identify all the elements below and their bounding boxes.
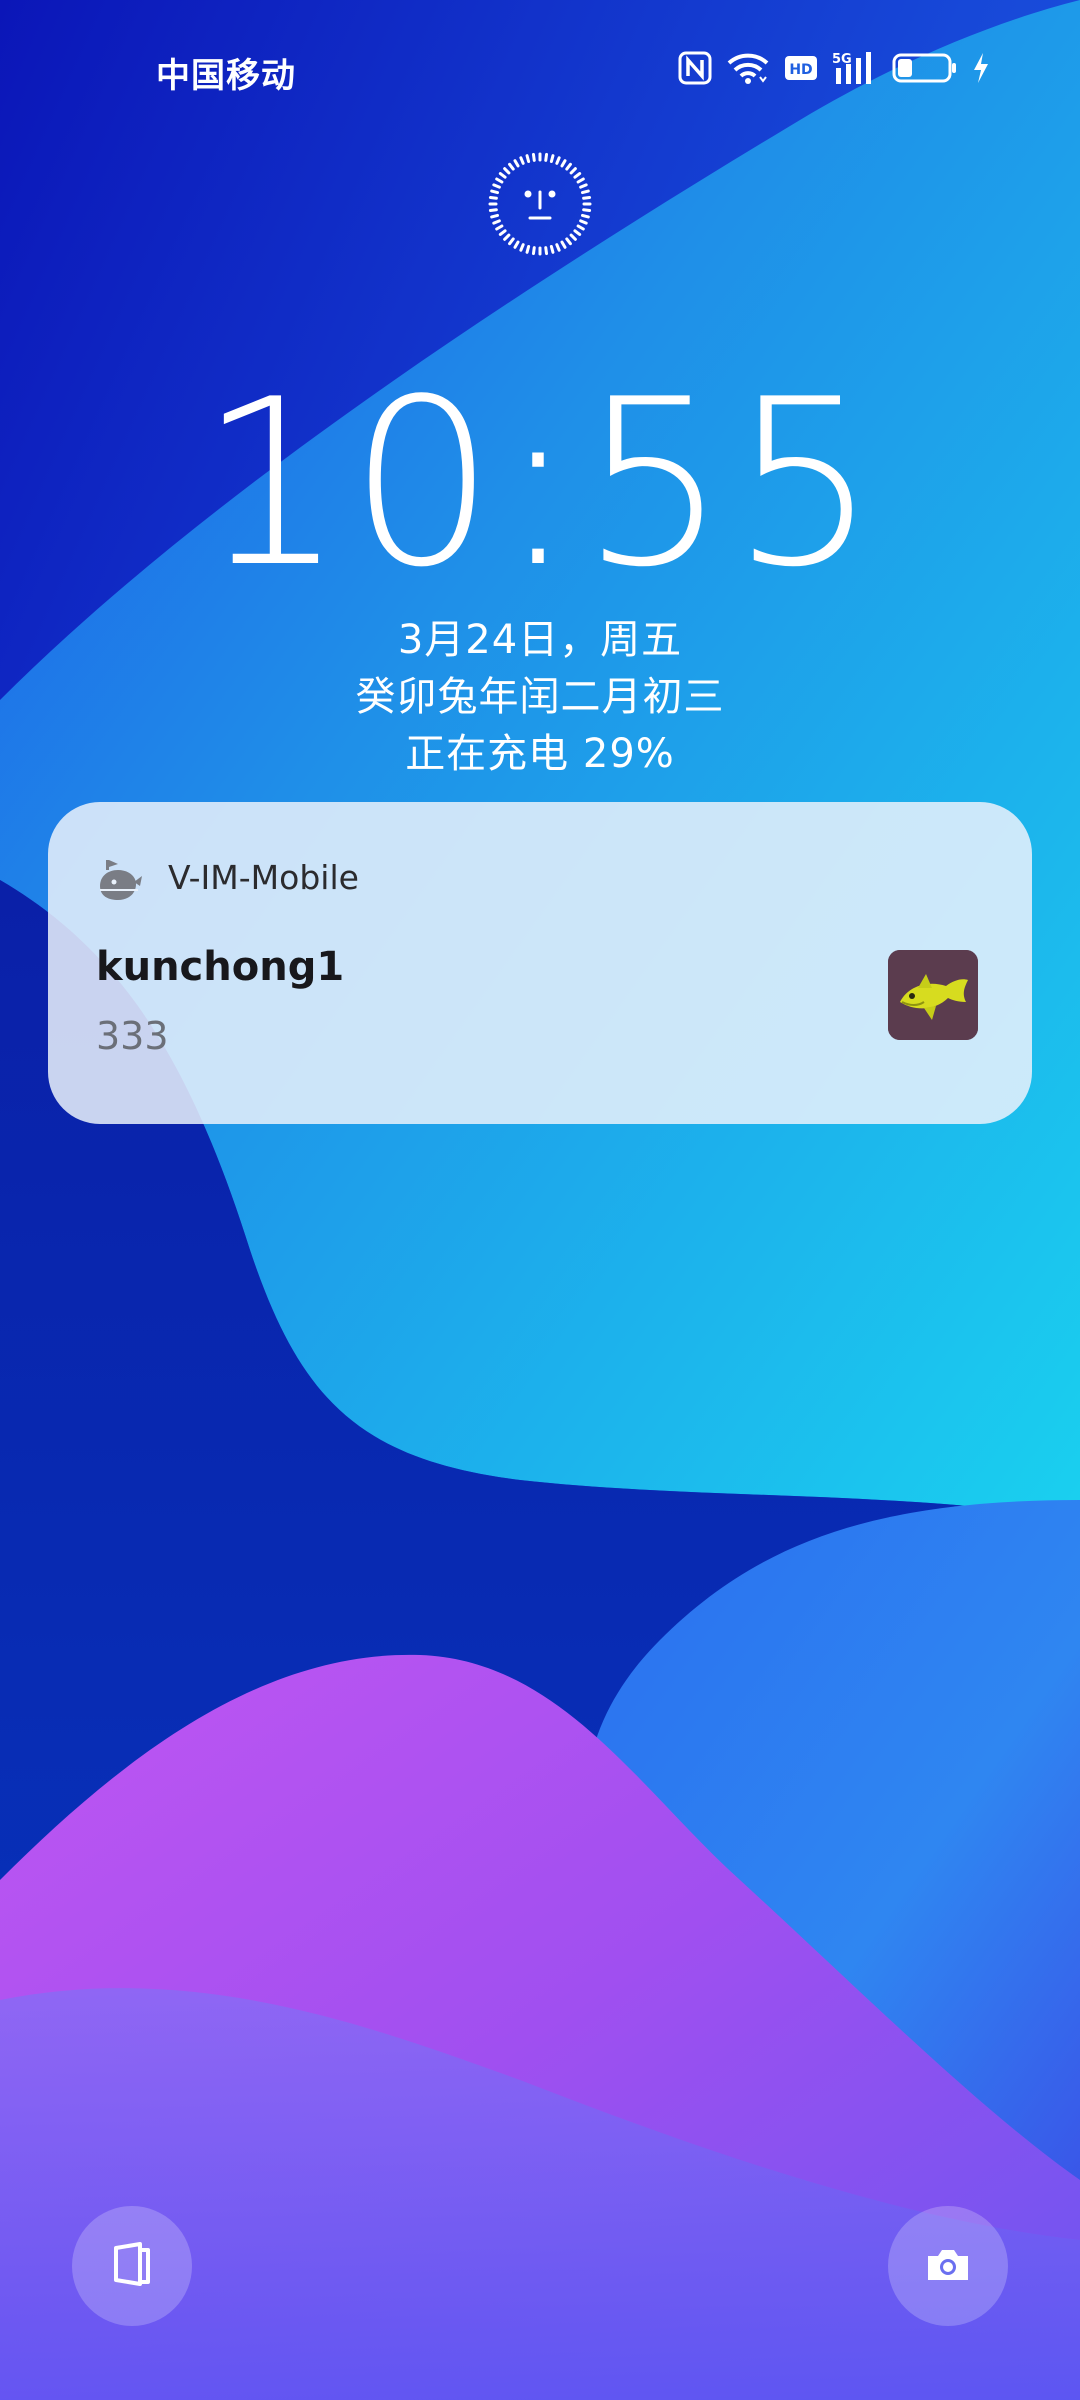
- notification-message: 333: [96, 1014, 169, 1058]
- face-unlock-icon[interactable]: [488, 152, 592, 256]
- charging-status-text: 正在充电 29%: [405, 731, 675, 777]
- hd-icon: HD: [784, 53, 818, 83]
- nfc-icon: [678, 51, 712, 85]
- lockscreen-clock: 10:55: [198, 351, 882, 618]
- date-text: 3月24日，周五: [397, 617, 683, 663]
- wifi-icon: [726, 51, 770, 85]
- signal-5g-icon: 5G: [832, 50, 878, 86]
- message-notification[interactable]: V-IM-Mobile kunchong1 333: [48, 802, 1032, 1124]
- lunar-date-text: 癸卯兔年闰二月初三: [355, 674, 725, 720]
- battery-icon: [892, 51, 958, 85]
- notification-sender: kunchong1: [96, 944, 345, 990]
- svg-text:HD: HD: [789, 62, 812, 78]
- wallet-shortcut-button[interactable]: [72, 2206, 192, 2326]
- camera-icon: [924, 2244, 972, 2288]
- wallet-icon: [110, 2240, 154, 2292]
- notification-app-name: V-IM-Mobile: [168, 858, 359, 897]
- v-im-app-icon: [94, 854, 144, 904]
- charging-bolt-icon: [972, 51, 990, 85]
- carrier-name: 中国移动: [156, 56, 296, 96]
- sender-avatar: [888, 950, 978, 1040]
- date-block: 3月24日，周五 癸卯兔年闰二月初三 正在充电 29%: [0, 612, 1080, 783]
- status-icons: HD 5G: [678, 50, 990, 86]
- camera-shortcut-button[interactable]: [888, 2206, 1008, 2326]
- status-bar: 中国移动 HD 5G: [0, 0, 1080, 140]
